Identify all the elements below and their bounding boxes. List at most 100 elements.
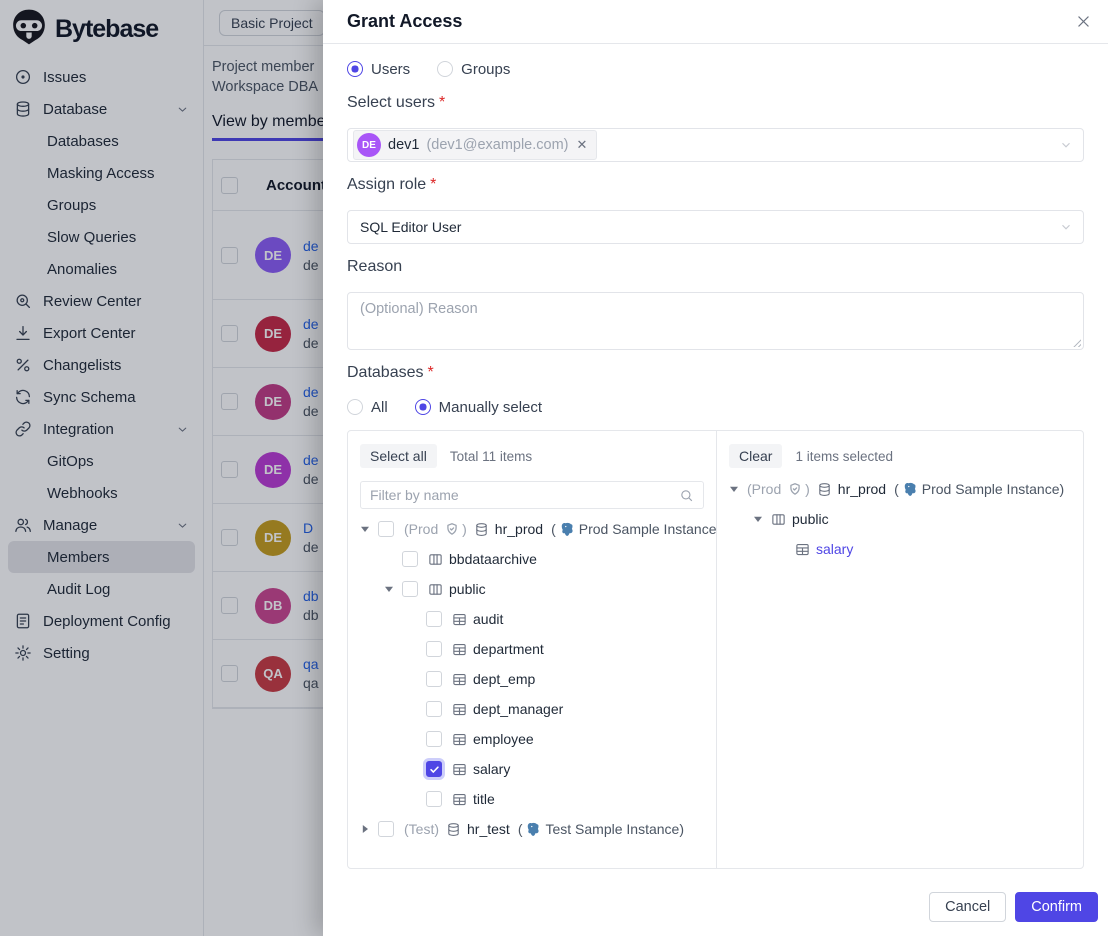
database-picker-selected-panel: Clear 1 items selected (Prod )hr_prod(Pr… <box>717 431 1083 868</box>
select-users-label: Select users* <box>347 94 1084 112</box>
radio-selected-icon <box>415 399 431 415</box>
radio-label: Manually select <box>439 399 542 416</box>
database-mode-radio-all[interactable]: All <box>347 399 388 416</box>
filter-input[interactable]: Filter by name <box>360 481 704 509</box>
member-type-radio-users[interactable]: Users <box>347 61 410 78</box>
tree-node-title[interactable]: title <box>360 784 704 814</box>
caret-down-icon[interactable] <box>729 484 747 494</box>
tree-checkbox[interactable] <box>402 551 418 567</box>
radio-selected-icon <box>347 61 363 77</box>
tree-checkbox[interactable] <box>426 791 442 807</box>
schema-icon <box>428 582 443 597</box>
chevron-down-icon <box>1059 220 1073 234</box>
caret-down-icon[interactable] <box>753 514 771 524</box>
select-users-input[interactable]: DE dev1 (dev1@example.com) ✕ <box>347 128 1084 162</box>
radio-label: Users <box>371 61 410 78</box>
tree-checkbox[interactable] <box>426 611 442 627</box>
tree-checkbox[interactable] <box>378 521 394 537</box>
instance-label: (Prod Sample Instance) <box>551 521 717 537</box>
reason-placeholder: (Optional) Reason <box>360 301 478 317</box>
node-name: public <box>449 581 486 597</box>
environment-label: (Test) <box>404 821 439 837</box>
db-node-icon <box>446 822 461 837</box>
environment-label: (Prod ) <box>747 481 810 497</box>
schema-icon <box>771 512 786 527</box>
tree-node-hr_prod[interactable]: (Prod )hr_prod(Prod Sample Instance) <box>360 514 704 544</box>
tree-node-public[interactable]: public <box>729 504 1071 534</box>
node-name: bbdataarchive <box>449 551 537 567</box>
reason-textarea[interactable]: (Optional) Reason <box>347 292 1084 350</box>
tree-checkbox[interactable] <box>426 761 442 777</box>
node-name: dept_manager <box>473 701 563 717</box>
assign-role-value: SQL Editor User <box>360 219 461 235</box>
tree-node-hr_test[interactable]: (Test)hr_test(Test Sample Instance) <box>360 814 704 844</box>
user-chip-email: (dev1@example.com) <box>426 137 568 153</box>
table-icon <box>452 732 467 747</box>
node-name: employee <box>473 731 534 747</box>
db-node-icon <box>817 482 832 497</box>
tree-node-department[interactable]: department <box>360 634 704 664</box>
tree-node-salary[interactable]: salary <box>360 754 704 784</box>
shield-icon <box>445 522 459 536</box>
radio-unselected-icon <box>437 61 453 77</box>
caret-down-icon[interactable] <box>360 524 378 534</box>
resize-grip-icon[interactable] <box>1071 337 1081 347</box>
node-name: hr_test <box>467 821 510 837</box>
tree-checkbox[interactable] <box>426 671 442 687</box>
selected-tree: (Prod )hr_prod(Prod Sample Instance) publ… <box>729 474 1071 564</box>
select-all-button[interactable]: Select all <box>360 444 437 468</box>
required-asterisk: * <box>439 94 445 111</box>
total-items-label: Total 11 items <box>450 449 532 464</box>
tree-node-hr_prod[interactable]: (Prod )hr_prod(Prod Sample Instance) <box>729 474 1071 504</box>
tree-checkbox[interactable] <box>378 821 394 837</box>
tree-checkbox[interactable] <box>402 581 418 597</box>
tree-node-bbdataarchive[interactable]: bbdataarchive <box>360 544 704 574</box>
table-icon <box>452 672 467 687</box>
node-name: salary <box>473 761 510 777</box>
tree-checkbox[interactable] <box>426 641 442 657</box>
caret-right-icon[interactable] <box>360 824 378 834</box>
node-name: salary <box>816 541 853 557</box>
clear-button[interactable]: Clear <box>729 444 782 468</box>
required-asterisk: * <box>428 364 434 381</box>
table-icon <box>795 542 810 557</box>
close-icon[interactable] <box>1075 13 1092 30</box>
database-mode-radio-manually-select[interactable]: Manually select <box>415 399 542 416</box>
user-chip-name: dev1 <box>388 137 419 153</box>
caret-down-icon[interactable] <box>384 584 402 594</box>
assign-role-select[interactable]: SQL Editor User <box>347 210 1084 244</box>
node-name: public <box>792 511 829 527</box>
tree-node-dept_emp[interactable]: dept_emp <box>360 664 704 694</box>
radio-unselected-icon <box>347 399 363 415</box>
modal-footer: Cancel Confirm <box>323 877 1108 936</box>
node-name: audit <box>473 611 503 627</box>
schema-icon <box>428 552 443 567</box>
radio-label: All <box>371 399 388 416</box>
databases-label: Databases* <box>347 364 1084 382</box>
instance-label: (Prod Sample Instance) <box>894 481 1064 497</box>
tree-node-employee[interactable]: employee <box>360 724 704 754</box>
db-node-icon <box>474 522 489 537</box>
tree-checkbox[interactable] <box>426 731 442 747</box>
remove-user-icon[interactable]: ✕ <box>577 137 588 153</box>
member-type-radio-groups[interactable]: Groups <box>437 61 510 78</box>
node-name: hr_prod <box>495 521 543 537</box>
selected-count-label: 1 items selected <box>795 449 893 464</box>
assign-role-label: Assign role* <box>347 176 1084 194</box>
reason-label: Reason <box>347 258 1084 276</box>
postgres-icon <box>526 822 541 837</box>
tree-node-dept_manager[interactable]: dept_manager <box>360 694 704 724</box>
confirm-button[interactable]: Confirm <box>1015 892 1098 922</box>
shield-icon <box>788 482 802 496</box>
environment-label: (Prod ) <box>404 521 467 537</box>
filter-placeholder: Filter by name <box>370 487 679 503</box>
tree-checkbox[interactable] <box>426 701 442 717</box>
database-mode-radio-group: All Manually select <box>347 396 1084 418</box>
tree-node-salary[interactable]: salary <box>729 534 1071 564</box>
user-chip-avatar: DE <box>357 133 381 157</box>
cancel-button[interactable]: Cancel <box>929 892 1006 922</box>
tree-node-public[interactable]: public <box>360 574 704 604</box>
table-icon <box>452 792 467 807</box>
tree-node-audit[interactable]: audit <box>360 604 704 634</box>
node-name: department <box>473 641 544 657</box>
